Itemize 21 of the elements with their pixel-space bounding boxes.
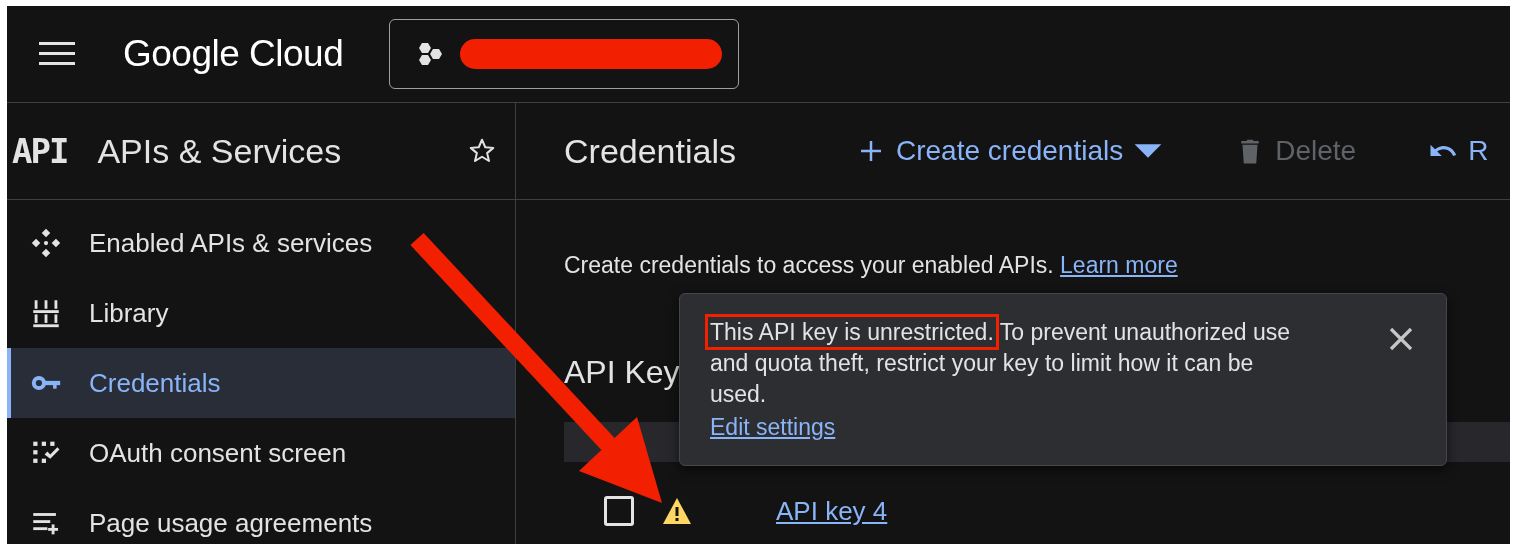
sidebar-item[interactable]: OAuth consent screen [7,418,357,488]
project-picker[interactable] [389,19,740,89]
intro-text: Create credentials to access your enabled APIs. Learn more [564,252,1179,279]
diamond-dots-icon [29,226,63,260]
undo-button[interactable]: R [1428,135,1489,167]
sidebar-item[interactable]: Library [7,278,179,348]
sidebar-item[interactable]: Credentials [7,348,515,418]
row-checkbox[interactable] [604,496,634,526]
section-title: API Key [564,354,680,391]
sidebar-item[interactable]: Page usage agreements [7,488,383,544]
learn-more-link[interactable]: Learn more [1060,252,1178,278]
logo-text: Google Cloud [123,33,344,75]
api-key-link[interactable]: API key 4 [776,495,888,527]
create-button[interactable]: Create credentials [856,135,1164,167]
edit-settings-link[interactable]: Edit settings [710,414,836,441]
sidebar-item[interactable]: Enabled APIs & services [7,208,383,278]
menu-icon[interactable] [39,42,75,66]
sidebar-title: APIs & Services [97,131,342,171]
api-logo: API [12,131,68,171]
page-title: Credentials [564,131,736,171]
tooltip-message: This API key is unrestricted. To prevent unauthorized use and quota theft, restrict your key to limit how it can be used. [704,312,1316,412]
